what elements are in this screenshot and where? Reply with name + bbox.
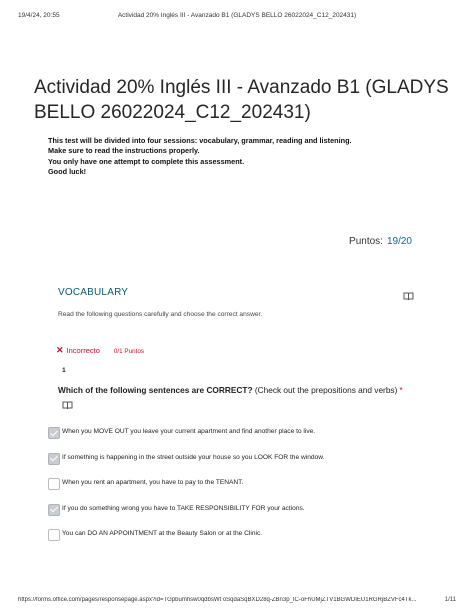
- print-url: https://forms.office.com/pages/responsep…: [18, 597, 417, 603]
- option-label: When you rent an apartment, you have to …: [62, 479, 244, 486]
- checkbox[interactable]: [48, 427, 60, 439]
- score-value: 19/20: [386, 236, 412, 247]
- print-footer: https://forms.office.com/pages/responsep…: [0, 589, 474, 613]
- question-number: 1: [62, 367, 66, 374]
- immersive-reader-icon[interactable]: [403, 288, 414, 301]
- checkbox[interactable]: [48, 478, 60, 490]
- question-text-rest: (Check out the prepositions and verbs): [252, 385, 398, 395]
- checkbox[interactable]: [48, 503, 60, 516]
- answer-option[interactable]: When you rent an apartment, you have to …: [48, 475, 428, 501]
- answer-option[interactable]: You can DO AN APPOINTMENT at the Beauty …: [48, 526, 428, 552]
- score-label: Puntos:: [349, 236, 383, 247]
- immersive-reader-icon[interactable]: [62, 397, 73, 410]
- answer-option[interactable]: If something is happening in the street …: [48, 450, 428, 476]
- required-mark: *: [399, 385, 403, 395]
- form-intro: This test will be divided into four sess…: [48, 136, 428, 178]
- intro-line: Good luck!: [48, 167, 87, 177]
- answer-options: When you MOVE OUT you leave your current…: [48, 424, 428, 552]
- section-title: VOCABULARY: [58, 287, 129, 298]
- question-text-bold: Which of the following sentences are COR…: [58, 385, 253, 395]
- intro-line: Make sure to read the instructions prope…: [48, 146, 200, 156]
- question-status: ✕ Incorrecto 0/1 Puntos: [56, 345, 144, 357]
- option-label: If you do something wrong you have to TA…: [62, 504, 305, 512]
- print-page-number: 1/11: [444, 597, 456, 603]
- question-points: 0/1 Puntos: [113, 348, 145, 355]
- option-label: You can DO AN APPOINTMENT at the Beauty …: [62, 530, 263, 537]
- form-title: Actividad 20% Inglés III - Avanzado B1 (…: [34, 77, 449, 123]
- answer-option[interactable]: If you do something wrong you have to TA…: [48, 501, 428, 527]
- x-icon: ✕: [56, 345, 64, 355]
- print-header: 19/4/24, 20:55 Actividad 20% Inglés III …: [0, 0, 474, 26]
- section-description: Read the following questions carefully a…: [58, 311, 263, 318]
- option-label: If something is happening in the street …: [62, 453, 325, 461]
- checkbox[interactable]: [48, 529, 60, 541]
- score: Puntos: 19/20: [349, 236, 412, 247]
- answer-option[interactable]: When you MOVE OUT you leave your current…: [48, 424, 428, 450]
- option-label: When you MOVE OUT you leave your current…: [62, 428, 316, 435]
- status-label: Incorrecto: [66, 346, 100, 355]
- intro-line: You only have one attempt to complete th…: [48, 156, 245, 166]
- print-page-title: Actividad 20% Inglés III - Avanzado B1 (…: [117, 12, 357, 19]
- intro-line: This test will be divided into four sess…: [48, 136, 352, 145]
- question-text: Which of the following sentences are COR…: [58, 385, 418, 395]
- checkbox[interactable]: [48, 452, 60, 465]
